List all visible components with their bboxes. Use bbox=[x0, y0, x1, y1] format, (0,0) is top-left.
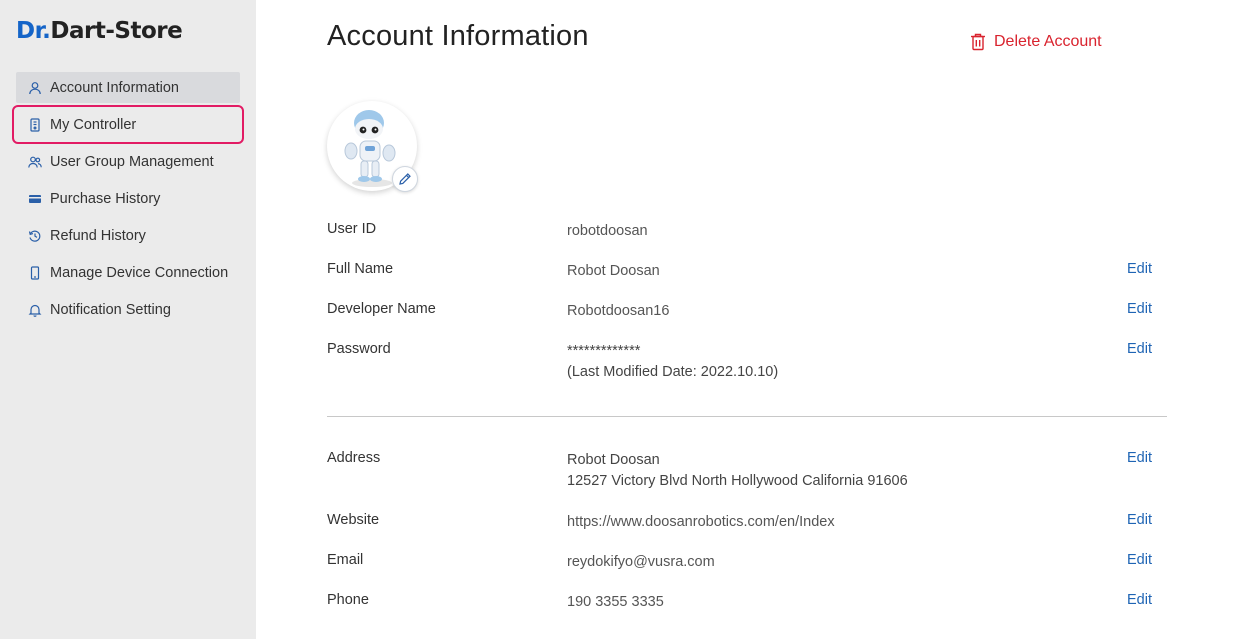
logo-dart: Dart bbox=[50, 18, 106, 44]
website-edit-link[interactable]: Edit bbox=[1127, 512, 1152, 528]
refund-icon bbox=[28, 229, 42, 243]
sidebar-nav: Account Information My Controller User G… bbox=[12, 72, 244, 331]
delete-account-button[interactable]: Delete Account bbox=[970, 33, 1102, 51]
store-logo[interactable]: Dr.Dart-Store bbox=[16, 18, 183, 44]
sidebar-item-label: Refund History bbox=[50, 227, 146, 244]
full-name-value: Robot Doosan bbox=[567, 263, 660, 279]
address-edit-link[interactable]: Edit bbox=[1127, 450, 1152, 466]
sidebar-item-manage-device-connection[interactable]: Manage Device Connection bbox=[16, 257, 240, 288]
full-name-edit-link[interactable]: Edit bbox=[1127, 261, 1152, 277]
sidebar-item-refund-history[interactable]: Refund History bbox=[16, 220, 240, 251]
sidebar-item-label: My Controller bbox=[50, 116, 137, 133]
controller-icon bbox=[28, 117, 42, 132]
email-value: reydokifyo@vusra.com bbox=[567, 554, 715, 570]
password-edit-link[interactable]: Edit bbox=[1127, 341, 1152, 357]
bell-icon bbox=[28, 303, 42, 317]
developer-name-label: Developer Name bbox=[327, 301, 436, 317]
user-group-icon bbox=[28, 155, 42, 169]
delete-account-label: Delete Account bbox=[994, 33, 1102, 50]
sidebar: Dr.Dart-Store Account Information My Con… bbox=[0, 0, 256, 639]
sidebar-item-account-information[interactable]: Account Information bbox=[16, 72, 240, 103]
user-icon bbox=[28, 81, 42, 95]
trash-icon bbox=[971, 33, 985, 51]
sidebar-item-user-group-management[interactable]: User Group Management bbox=[16, 146, 240, 177]
main-content: Account Information Delete Account User … bbox=[256, 0, 1244, 639]
sidebar-item-label: Manage Device Connection bbox=[50, 264, 229, 281]
website-value: https://www.doosanrobotics.com/en/Index bbox=[567, 514, 835, 530]
avatar-edit-button[interactable] bbox=[392, 166, 418, 192]
section-divider bbox=[327, 416, 1167, 417]
phone-value: 190 3355 3335 bbox=[567, 594, 664, 610]
page-title: Account Information bbox=[327, 20, 589, 52]
sidebar-item-label: Purchase History bbox=[50, 190, 161, 207]
address-label: Address bbox=[327, 450, 381, 466]
developer-name-edit-link[interactable]: Edit bbox=[1127, 301, 1152, 317]
website-label: Website bbox=[327, 512, 380, 528]
pencil-icon bbox=[399, 173, 411, 185]
phone-edit-link[interactable]: Edit bbox=[1127, 592, 1152, 608]
card-icon bbox=[28, 192, 42, 206]
sidebar-item-my-controller[interactable]: My Controller bbox=[12, 105, 244, 144]
email-edit-link[interactable]: Edit bbox=[1127, 552, 1152, 568]
developer-name-value: Robotdoosan16 bbox=[567, 303, 670, 319]
email-label: Email bbox=[327, 552, 364, 568]
full-name-label: Full Name bbox=[327, 261, 394, 277]
sidebar-item-notification-setting[interactable]: Notification Setting bbox=[16, 294, 240, 325]
phone-label: Phone bbox=[327, 592, 369, 608]
user-id-value: robotdoosan bbox=[567, 223, 648, 239]
address-name: Robot Doosan bbox=[567, 452, 660, 468]
sidebar-item-purchase-history[interactable]: Purchase History bbox=[16, 183, 240, 214]
user-id-label: User ID bbox=[327, 221, 377, 237]
password-modified-date: (Last Modified Date: 2022.10.10) bbox=[567, 364, 779, 380]
password-value: ************* bbox=[567, 343, 641, 359]
password-value-block: ************* (Last Modified Date: 2022.… bbox=[567, 341, 778, 383]
logo-store: -Store bbox=[105, 18, 183, 44]
address-street: 12527 Victory Blvd North Hollywood Calif… bbox=[567, 473, 908, 489]
address-value-block: Robot Doosan 12527 Victory Blvd North Ho… bbox=[567, 450, 908, 492]
sidebar-item-label: Notification Setting bbox=[50, 301, 171, 318]
sidebar-item-label: Account Information bbox=[50, 79, 179, 96]
sidebar-item-label: User Group Management bbox=[50, 153, 214, 170]
logo-dr: Dr. bbox=[16, 18, 51, 44]
device-icon bbox=[28, 265, 42, 280]
password-label: Password bbox=[327, 341, 391, 357]
